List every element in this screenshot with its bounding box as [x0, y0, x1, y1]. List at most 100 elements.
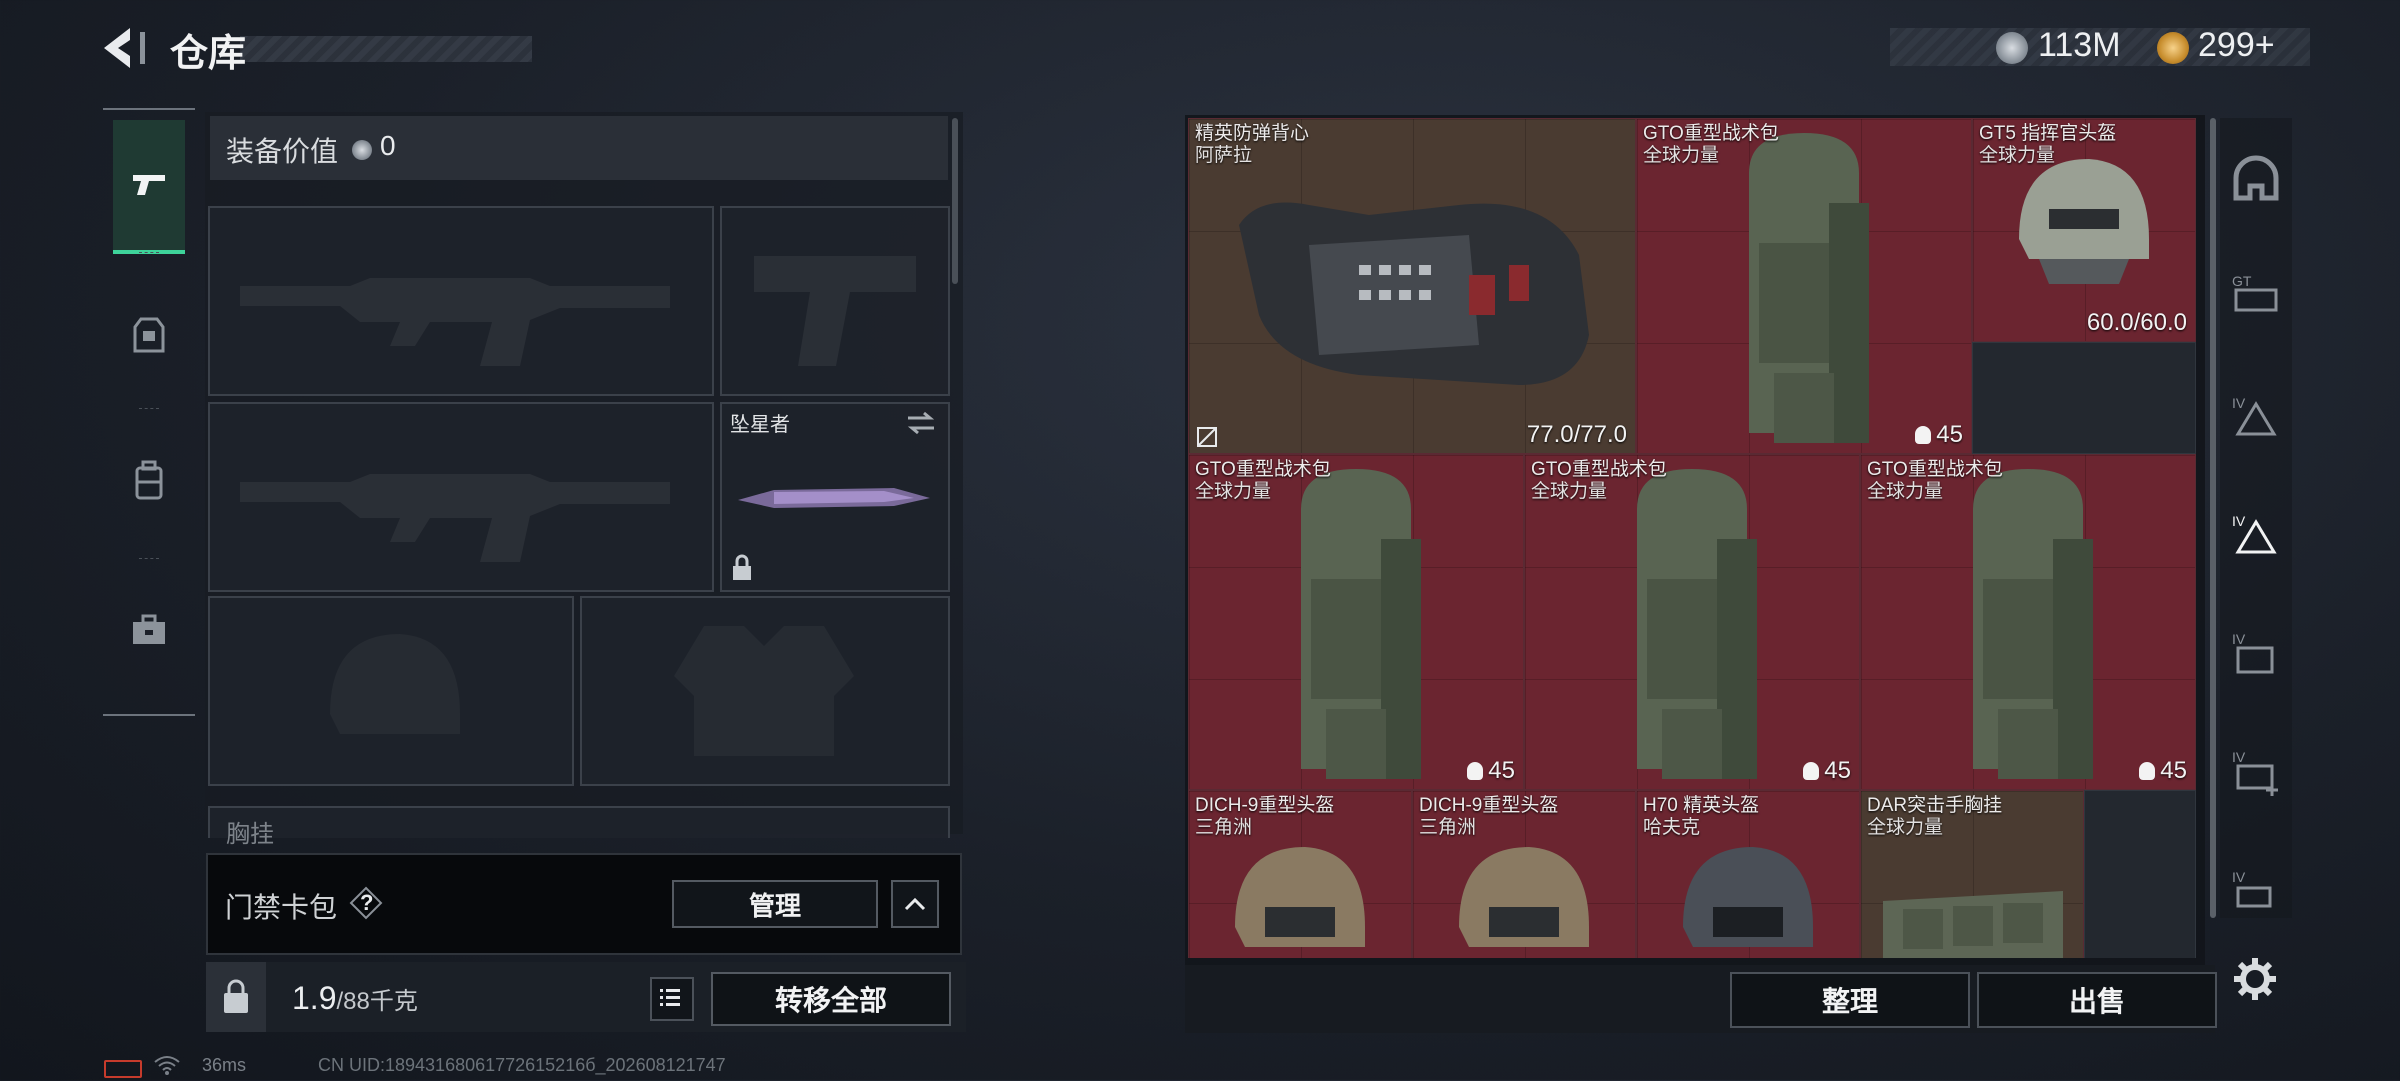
list-view-button[interactable] — [650, 977, 694, 1021]
item-name: GTO重型战术包 — [1531, 459, 1667, 480]
stash-item[interactable]: GT5 指挥官头盔 全球力量 60.0/60.0 — [1972, 118, 2196, 342]
helmet-image — [1683, 847, 1813, 947]
capacity-icon — [1803, 762, 1820, 780]
wifi-icon — [152, 1054, 188, 1076]
iv-medkit-icon: IV — [2232, 749, 2278, 796]
stash-item[interactable]: GTO重型战术包 全球力量 45 — [1188, 454, 1524, 790]
tab-weapons[interactable] — [113, 120, 185, 254]
tab-backpack[interactable] — [113, 415, 185, 545]
item-name: GTO重型战术包 — [1867, 459, 2003, 480]
equipment-value-label: 装备价值 — [226, 136, 339, 167]
money-amount[interactable]: 113M — [2038, 26, 2121, 65]
ping-readout: 36ms — [202, 1055, 247, 1075]
capacity-value: 45 — [1488, 757, 1515, 784]
empty-cell[interactable] — [1972, 342, 2196, 454]
capacity-value: 45 — [2160, 757, 2187, 784]
helmet-icon — [2233, 155, 2279, 201]
weight-lock-box[interactable] — [206, 962, 266, 1032]
chest-rig-slot[interactable] — [208, 806, 950, 838]
stash-item[interactable]: GTO重型战术包 全球力量 45 — [1636, 118, 1972, 454]
item-faction: 全球力量 — [1867, 481, 1944, 502]
item-faction: 三角洲 — [1195, 817, 1253, 838]
stash-item[interactable]: DICH-9重型头盔 三角洲 — [1412, 790, 1636, 958]
capacity-value: 45 — [1936, 421, 1963, 448]
backpack-image — [1749, 133, 1869, 443]
armor-slot[interactable] — [580, 596, 950, 786]
category-iv-armor-button[interactable]: IV — [2228, 390, 2284, 446]
loadout-tab-rail — [103, 108, 195, 716]
category-all-button[interactable] — [2228, 152, 2284, 208]
sort-button[interactable]: 整理 — [1730, 972, 1970, 1028]
backpack-icon — [135, 460, 163, 500]
keycard-label: 门禁卡包 — [225, 892, 338, 923]
svg-text:IV: IV — [2232, 631, 2246, 647]
weight-lock-icon — [224, 979, 248, 1013]
stash-item[interactable]: GTO重型战术包 全球力量 45 — [1524, 454, 1860, 790]
stash-item[interactable]: DAR突击手胸挂 全球力量 — [1860, 790, 2084, 958]
melee-slot[interactable]: 坠星者 — [720, 402, 950, 592]
category-iv-armor-selected-button[interactable]: IV — [2228, 508, 2284, 564]
capacity-icon — [2139, 762, 2156, 780]
gt-vest-icon: GT — [2232, 273, 2278, 312]
user-uid: CN UID:18943168061772615216б_20260812174… — [318, 1055, 726, 1075]
pistol-slot[interactable] — [720, 206, 950, 396]
item-name: GTO重型战术包 — [1643, 123, 1779, 144]
category-gt-button[interactable]: GT — [2228, 268, 2284, 324]
item-faction: 阿萨拉 — [1195, 145, 1253, 166]
pistol-icon — [133, 175, 165, 195]
melee-name: 坠星者 — [730, 414, 790, 436]
weight-max: /88千克 — [336, 988, 418, 1015]
stash-item[interactable]: 精英防弹背心 阿萨拉 77.0/77.0 — [1188, 118, 1636, 454]
title-decoration — [240, 36, 532, 62]
expand-toggle-button[interactable] — [891, 880, 939, 928]
iv-armor-icon: IV — [2232, 395, 2277, 436]
capacity-icon — [1467, 762, 1484, 780]
category-iv-medkit-button[interactable]: IV — [2228, 744, 2284, 800]
lock-icon — [733, 554, 751, 580]
item-name: DICH-9重型头盔 — [1195, 795, 1335, 816]
secondary-weapon-slot[interactable] — [208, 402, 714, 592]
svg-text:IV: IV — [2232, 749, 2246, 765]
back-arrow-icon — [104, 28, 145, 68]
helmet-slot[interactable] — [208, 596, 574, 786]
stash-grid: 精英防弹背心 阿萨拉 77.0/77.0 GTO重型战术包 全球力量 45 GT… — [1188, 118, 2200, 958]
silver-coin-icon — [1996, 32, 2028, 64]
manage-button[interactable]: 管理 — [672, 880, 878, 928]
capacity-value: 45 — [1824, 757, 1851, 784]
chest-rig-label: 胸挂 — [226, 821, 274, 848]
svg-text:IV: IV — [2232, 513, 2246, 529]
silver-coin-icon — [352, 140, 372, 160]
helmet-image — [1459, 847, 1589, 947]
stash-item[interactable]: GTO重型战术包 全球力量 45 — [1860, 454, 2196, 790]
primary-weapon-slot[interactable] — [208, 206, 714, 396]
svg-text:IV: IV — [2232, 869, 2246, 885]
category-iv-misc-button[interactable]: IV — [2228, 864, 2284, 920]
gold-coin-icon — [2157, 32, 2189, 64]
stash-scrollbar[interactable] — [2210, 118, 2216, 918]
vest-image — [1239, 202, 1589, 385]
rifle-silhouette-icon — [240, 474, 670, 562]
item-faction: 全球力量 — [1195, 481, 1272, 502]
back-button[interactable] — [100, 26, 150, 70]
battery-icon — [104, 1060, 142, 1078]
item-name: GTO重型战术包 — [1195, 459, 1331, 480]
item-name: DAR突击手胸挂 — [1867, 795, 2003, 816]
gold-amount[interactable]: 299+ — [2198, 26, 2275, 65]
iv-armor-selected-icon: IV — [2232, 513, 2277, 554]
item-capacity: 45 — [1803, 757, 1851, 785]
tab-supplies[interactable] — [113, 565, 185, 695]
rifle-silhouette-icon — [240, 278, 670, 366]
stash-item[interactable]: DICH-9重型头盔 三角洲 — [1188, 790, 1412, 958]
empty-cell[interactable] — [2084, 790, 2196, 958]
loadout-scrollbar[interactable] — [952, 118, 958, 284]
help-icon[interactable]: ? — [349, 886, 383, 920]
settings-button[interactable] — [2232, 956, 2278, 1002]
swap-icon[interactable] — [904, 410, 938, 436]
list-icon — [660, 989, 680, 1006]
item-durability: 77.0/77.0 — [1526, 421, 1627, 448]
category-iv-backpack-button[interactable]: IV — [2228, 626, 2284, 682]
sell-button[interactable]: 出售 — [1977, 972, 2217, 1028]
stash-item[interactable]: H70 精英头盔 哈夫克 — [1636, 790, 1860, 958]
transfer-all-button[interactable]: 转移全部 — [711, 972, 951, 1026]
tab-armor[interactable] — [113, 270, 185, 400]
